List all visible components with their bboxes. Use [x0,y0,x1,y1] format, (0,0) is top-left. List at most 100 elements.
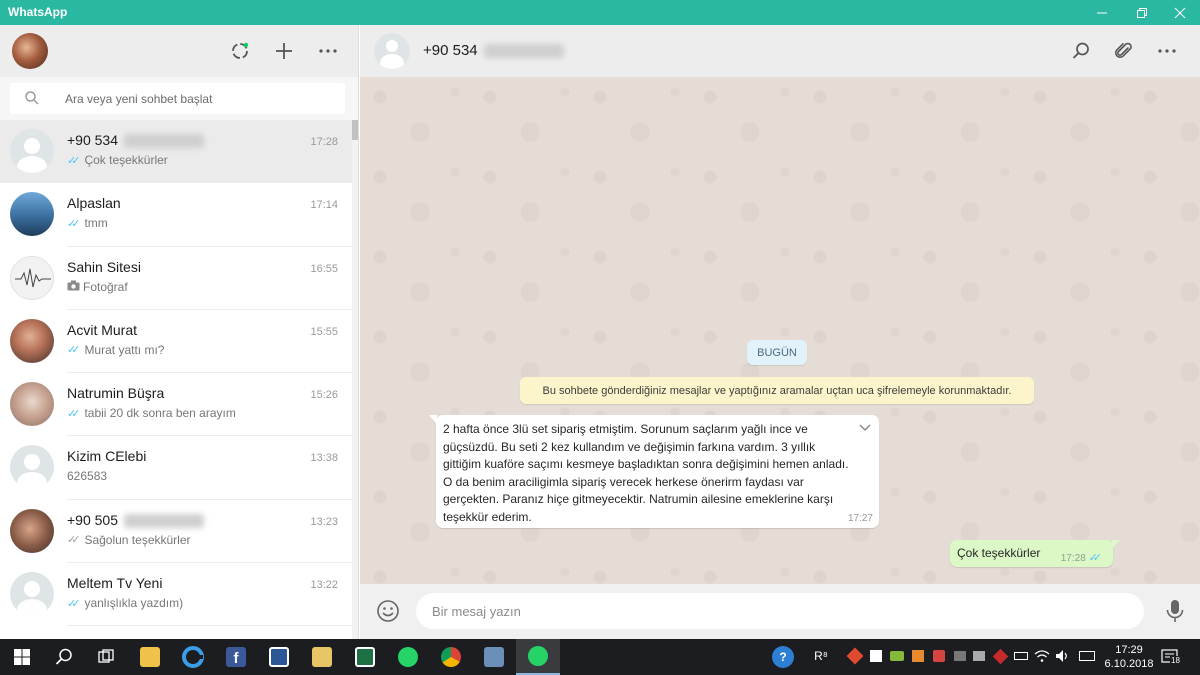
start-button[interactable] [0,639,44,675]
status-button[interactable] [226,37,254,65]
chevron-down-icon[interactable] [857,421,873,435]
outgoing-message[interactable]: Çok teşekkürler 17:28 ✓✓ [950,540,1120,567]
sidebar-menu-button[interactable] [314,37,342,65]
message-text: 2 hafta önce 3lü set sipariş etmiştim. S… [443,422,849,524]
message-area[interactable]: BUGÜN Bu sohbete gönderdiğiniz mesajlar … [360,77,1200,584]
action-center-button[interactable]: 18 [1160,647,1181,667]
taskbar-app-mail[interactable] [300,639,344,675]
wifi-tray-icon[interactable] [1033,647,1051,665]
antivirus-icon [992,648,1008,664]
chat-list-scrollbar[interactable] [352,120,358,639]
chat-preview: ✓✓ Sağolun teşekkürler [67,533,191,547]
app-tray-icon-3[interactable] [888,647,906,665]
app-tray-icon-7[interactable] [970,647,988,665]
taskbar-app-network[interactable] [472,639,516,675]
chat-preview: ✓✓ tmm [67,216,108,230]
windows-icon [14,649,30,665]
title-bar: WhatsApp [0,0,1200,25]
chat-time: 15:26 [310,389,338,402]
grey-app-icon [954,651,966,661]
taskbar-app-facebook[interactable]: f [214,639,258,675]
new-chat-button[interactable] [270,37,298,65]
close-icon [1174,7,1186,18]
app-tray-icon-5[interactable] [930,647,948,665]
chat-list-item[interactable]: +90 505 13:23 ✓✓ Sağolun teşekkürler [0,499,352,564]
volume-icon [1056,650,1067,662]
people-tray-icon[interactable]: R⁸ [812,647,830,665]
chat-avatar [10,192,54,237]
taskbar-app-chrome[interactable] [429,639,473,675]
chat-preview: Fotoğraf [67,280,128,294]
keyboard-icon [1079,651,1095,661]
folder-icon [140,647,160,667]
chat-name: Acvit Murat [67,322,137,338]
task-view-button[interactable] [84,639,128,675]
taskbar-app-whatsapp[interactable] [516,639,560,675]
chat-list-item[interactable]: Kizim CElebi 13:38 626583 [0,436,352,500]
emoji-icon[interactable] [376,599,400,623]
minimize-button[interactable] [1082,0,1122,25]
chat-list-item[interactable]: Acvit Murat 15:55 ✓✓ Murat yattı mı? [0,309,352,374]
search-input[interactable] [65,83,335,114]
chat-preview-text: Çok teşekkürler [84,153,168,167]
chat-avatar [10,255,54,300]
chat-name: Natrumin Büşra [67,385,164,401]
device-icon [973,651,985,661]
edge-icon [182,646,204,668]
orange-app-icon [912,650,924,662]
clock-time: 17:29 [1115,644,1143,656]
battery-icon [1014,652,1028,660]
taskbar-search-button[interactable] [42,639,86,675]
whatsapp-icon [528,646,548,666]
taskbar-app-whatsapp-web[interactable] [386,639,430,675]
read-receipt-icon: ✓✓ [67,154,81,167]
microphone-icon[interactable] [1163,598,1187,624]
chat-preview-text: yanlışlıkla yazdım) [84,596,184,611]
my-avatar[interactable] [12,33,48,69]
taskbar-app-file-explorer[interactable] [128,639,172,675]
chat-name: Alpaslan [67,195,121,211]
taskbar-app-word[interactable] [257,639,301,675]
attach-icon [1114,42,1132,59]
taskbar-app-excel[interactable] [343,639,387,675]
conversation-panel: +90 534 BUGÜN Bu sohbete gönderdiğiniz m… [360,25,1200,639]
chat-time: 15:55 [310,325,338,338]
chat-list-item[interactable]: Natrumin Büşra 15:26 ✓✓ tabii 20 dk sonra b… [0,373,352,437]
chat-list-item[interactable]: Sahin Sitesi 16:55 Fotoğraf [0,246,352,310]
system-clock[interactable]: 17:29 6.10.2018 [1104,643,1154,671]
chat-list-item[interactable]: Alpaslan 17:14 ✓✓ tmm [0,183,352,247]
chat-name-text: Acvit Murat [67,321,138,338]
taskbar-app-edge[interactable] [171,639,215,675]
chat-list-item[interactable]: Meltem Tv Yeni 13:22 ✓✓ yanlışlıkla yazdım) [0,563,352,627]
app-tray-icon-1[interactable] [846,647,864,665]
chat-avatar [10,445,54,490]
white-square-icon [870,650,882,662]
search-chat-button[interactable] [1068,38,1094,64]
app-tray-icon-4[interactable] [909,647,927,665]
help-tray-icon[interactable]: ? [772,646,794,668]
red-diamond-icon [846,647,864,665]
volume-tray-icon[interactable] [1054,647,1072,665]
chat-name: Sahin Sitesi [67,259,141,275]
date-chip: BUGÜN [747,340,807,365]
chat-list-item[interactable]: +90 534 17:28 ✓✓ Çok teşekkürler [0,120,352,184]
contact-avatar[interactable] [374,33,410,69]
close-button[interactable] [1160,0,1200,25]
blurred-number [124,134,204,149]
app-tray-icon-2[interactable] [867,647,885,665]
incoming-message[interactable]: 2 hafta önce 3lü set sipariş etmiştim. S… [429,415,879,528]
conversation-menu-button[interactable] [1154,38,1180,64]
message-input[interactable] [416,593,1144,629]
chat-time: 13:22 [310,579,338,592]
search-icon [1072,42,1089,59]
scrollbar-thumb[interactable] [352,120,358,140]
chat-name: +90 505 [67,512,204,529]
contact-name[interactable]: +90 534 [423,42,564,59]
encryption-notice[interactable]: Bu sohbete gönderdiğiniz mesajlar ve yap… [520,377,1034,404]
maximize-button[interactable] [1122,0,1162,25]
attach-button[interactable] [1111,38,1137,64]
battery-tray-icon[interactable] [1012,647,1030,665]
app-tray-icon-8[interactable] [991,647,1009,665]
keyboard-tray-icon[interactable] [1078,647,1096,665]
app-tray-icon-6[interactable] [951,647,969,665]
